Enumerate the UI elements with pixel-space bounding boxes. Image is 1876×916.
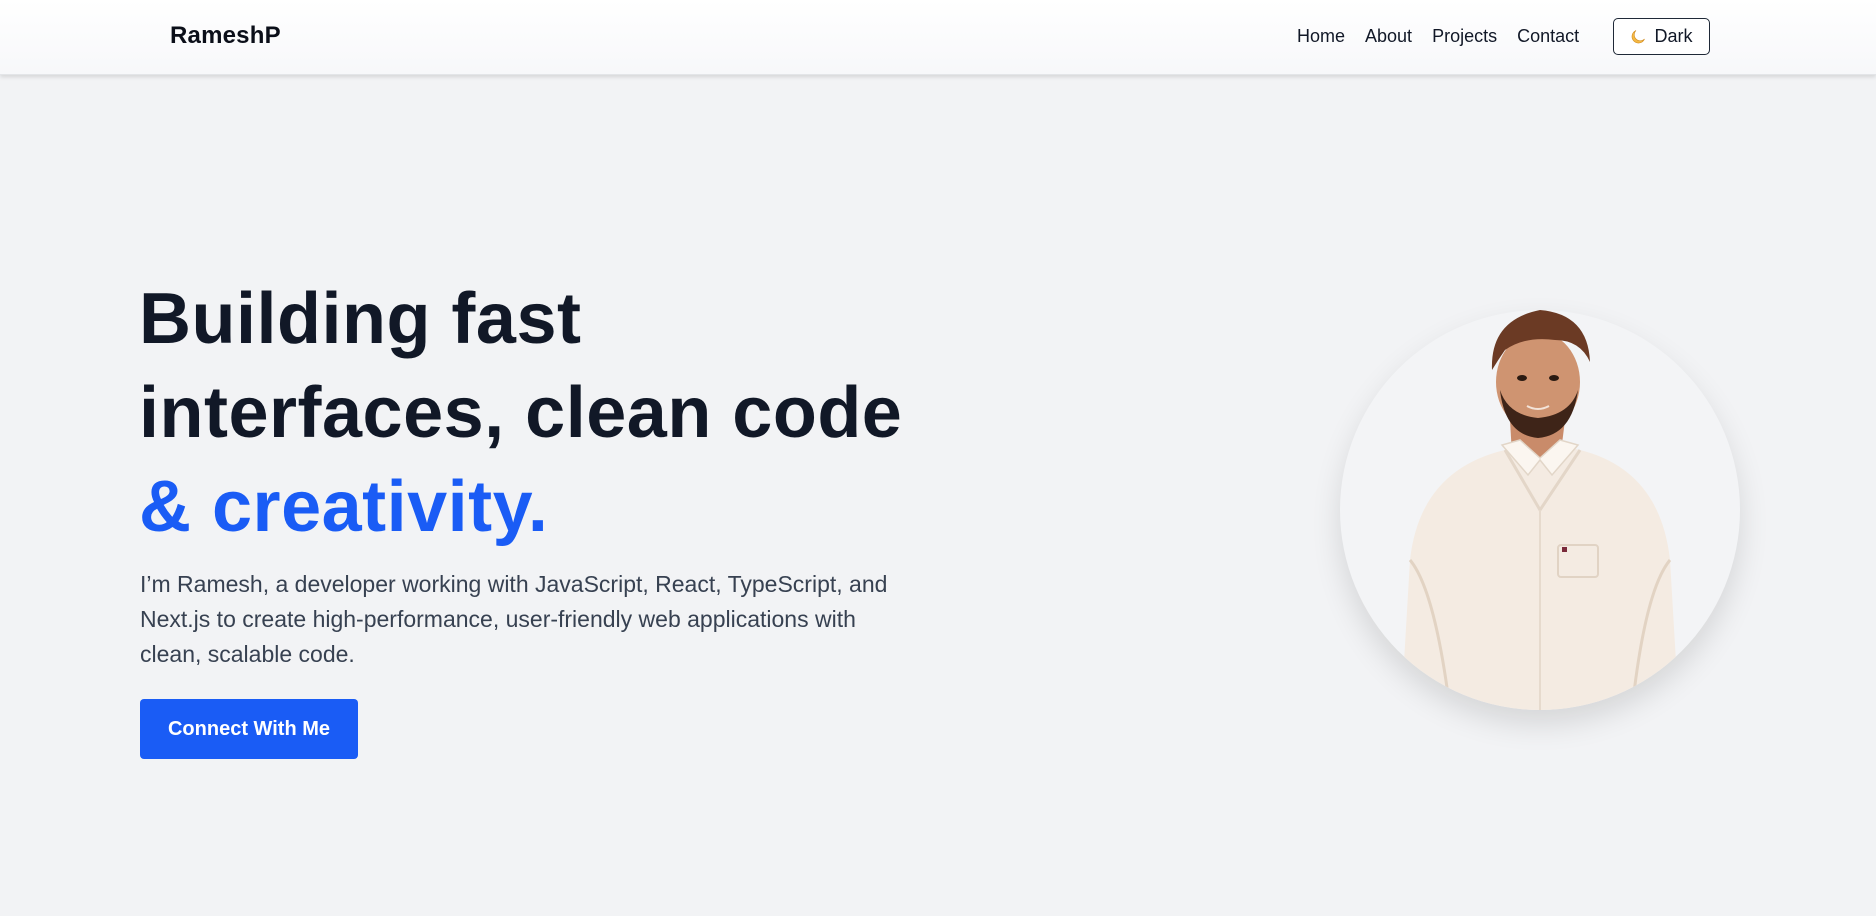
hero-description: I’m Ramesh, a developer working with Jav… bbox=[140, 571, 888, 667]
nav-link-projects[interactable]: Projects bbox=[1432, 26, 1497, 47]
nav-link-about[interactable]: About bbox=[1365, 26, 1412, 47]
profile-photo bbox=[1340, 310, 1740, 710]
nav-link-contact[interactable]: Contact bbox=[1517, 26, 1579, 47]
theme-toggle-label: Dark bbox=[1654, 26, 1693, 46]
hero-title-accent: & creativity. bbox=[139, 467, 549, 547]
theme-toggle-button[interactable]: Dark bbox=[1613, 18, 1710, 55]
hero-title-line-2: interfaces, clean code bbox=[139, 373, 903, 453]
connect-button[interactable]: Connect With Me bbox=[140, 699, 358, 759]
hero-title: Building fast interfaces, clean code & c… bbox=[139, 272, 939, 554]
nav-links: Home About Projects Contact bbox=[1297, 26, 1599, 47]
navbar: RameshP Home About Projects Contact Dark bbox=[0, 0, 1876, 75]
nav-link-home[interactable]: Home bbox=[1297, 26, 1345, 47]
person-illustration bbox=[1400, 310, 1680, 710]
moon-icon bbox=[1630, 29, 1646, 45]
brand-logo[interactable]: RameshP bbox=[170, 22, 281, 50]
hero-title-line-1: Building fast bbox=[139, 279, 582, 359]
